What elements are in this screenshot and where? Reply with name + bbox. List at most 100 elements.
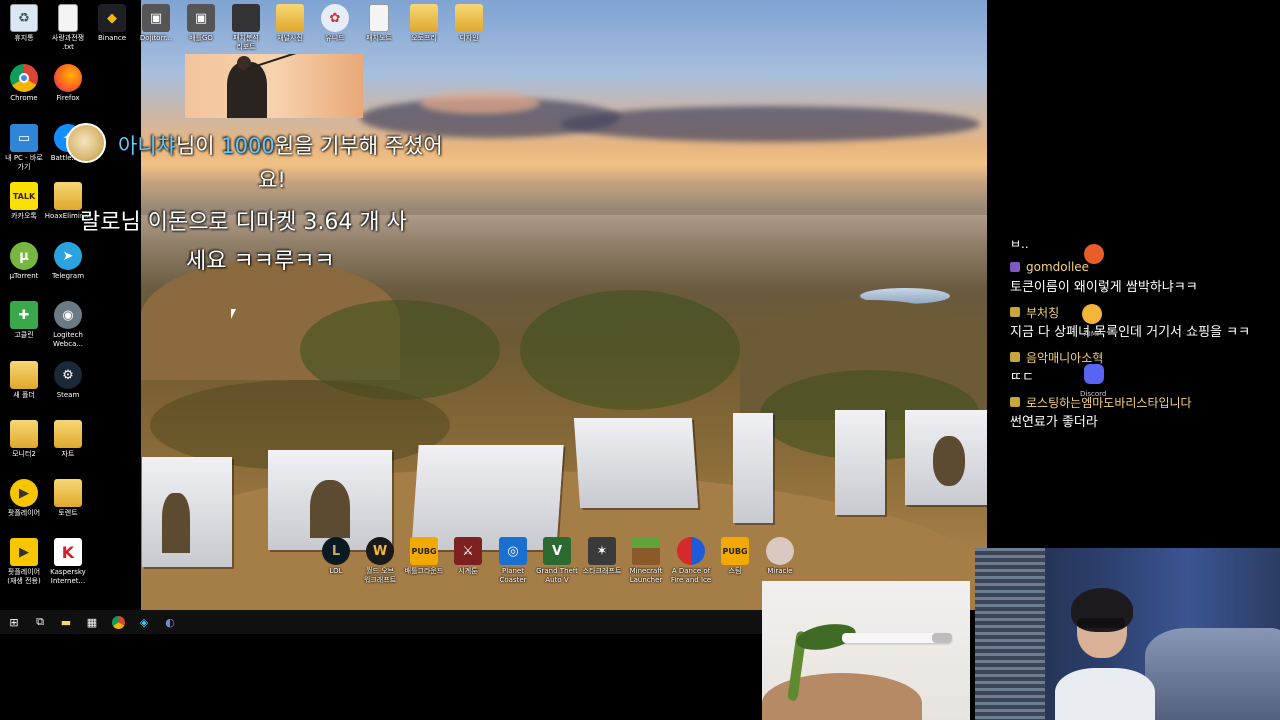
desktop-icon-top-6[interactable]: ✿ 유니드 — [311, 4, 359, 43]
text-file-icon — [369, 4, 389, 32]
gta-icon: V — [543, 537, 571, 565]
firefox-icon — [54, 64, 82, 92]
desktop-icon-chrome[interactable]: Chrome — [0, 64, 48, 103]
chat-message: 지금 다 상폐녀 목록인데 거기서 쇼핑을 ㅋㅋ — [1010, 325, 1251, 340]
desktop-icon-text-file[interactable]: 사랑과전쟁 .txt — [44, 4, 92, 52]
donation-amount: 1000 — [221, 134, 275, 158]
folder-icon — [276, 4, 304, 32]
taskbar: ⊞ ⧉ ▬ ▦ ◈ ◐ — [0, 610, 762, 634]
file-explorer-icon[interactable]: ▬ — [58, 614, 74, 630]
kakaotalk-icon: TALK — [10, 182, 38, 210]
starcraft-icon: ✶ — [588, 537, 616, 565]
desktop-icon-logitech[interactable]: ◉ Logitech Webca... — [44, 301, 92, 349]
app-icon — [766, 537, 794, 565]
twitch-badge-icon — [1010, 262, 1020, 272]
chrome-icon[interactable] — [110, 614, 126, 630]
desktop-icon-miracle[interactable]: Miracle — [756, 537, 804, 576]
desktop-icon-utorrent[interactable]: µ μTorrent — [0, 242, 48, 281]
desktop — [0, 0, 987, 610]
steam-icon: ⚙ — [54, 361, 82, 389]
webcam-icon: ◉ — [54, 301, 82, 329]
desktop-icon-my-pc[interactable]: ▭ 내 PC - 바로 가기 — [0, 124, 48, 172]
desktop-icon-potplayer-play[interactable]: ▶ 팟플레이어 (재생 전용) — [0, 538, 48, 586]
donation-header-cont: 요! — [258, 168, 286, 192]
desktop-icon-lol[interactable]: L LOL — [312, 537, 360, 576]
desktop-icon-recycle-bin[interactable]: ♻ 휴지통 — [0, 4, 48, 43]
app-icon — [54, 182, 82, 210]
desktop-icon-torrent-folder[interactable]: 토렌트 — [44, 479, 92, 518]
desktop-icon-starcraft[interactable]: ✶ 스타크래프트 — [578, 537, 626, 576]
planet-coaster-icon: ◎ — [499, 537, 527, 565]
discord-icon[interactable]: ◐ — [162, 614, 178, 630]
folder-icon — [455, 4, 483, 32]
donation-message: 랄로님 이돈으로 디마켓 3.64 개 사 — [80, 210, 407, 235]
desktop-icon-top-8[interactable]: 오토프리 — [400, 4, 448, 43]
calculator-icon[interactable]: ▦ — [84, 614, 100, 630]
task-view-icon[interactable]: ⧉ — [32, 614, 48, 630]
chat-username: 로스팅하는엠마도바리스타입니다 — [1010, 393, 1275, 411]
donation-avatar — [66, 123, 106, 163]
donor-name: 아니챠 — [118, 134, 176, 158]
folder-icon — [54, 479, 82, 507]
donation-message-cont: 세요 ㅋㅋ루ㅋㅋ — [186, 249, 335, 274]
desktop-icon-gta[interactable]: V Grand Theft Auto V — [533, 537, 581, 585]
adofai-icon — [677, 537, 705, 565]
wow-icon: W — [366, 537, 394, 565]
desktop-icon-chart[interactable]: 자트 — [44, 420, 92, 459]
chat-username: 부처칭 — [1010, 303, 1275, 321]
chat-badge-icon — [1010, 307, 1020, 317]
goclean-icon: ✚ — [10, 301, 38, 329]
app-icon: ▣ — [142, 4, 170, 32]
desktop-icon-telegram[interactable]: ➤ Telegram — [44, 242, 92, 281]
chrome-icon — [10, 64, 38, 92]
folder-icon — [10, 420, 38, 448]
recycle-bin-icon: ♻ — [10, 4, 38, 32]
chat-badge-icon — [1010, 397, 1020, 407]
desktop-icon-top-7[interactable]: 패치노트 — [355, 4, 403, 43]
potplayer-icon: ▶ — [10, 479, 38, 507]
desktop-icon-minecraft[interactable]: Minecraft Launcher — [622, 537, 670, 585]
pubg-icon: PUBG — [721, 537, 749, 565]
desktop-icon-binance[interactable]: ◆ Binance — [88, 4, 136, 43]
chat-message: 토큰이름이 왜이렇게 쌈박하냐ㅋㅋ — [1010, 280, 1198, 295]
desktop-icon-top-3[interactable]: ▣ 배틀GO — [177, 4, 225, 43]
desktop-icon-adofai[interactable]: A Dance of Fire and Ice — [667, 537, 715, 585]
desktop-icon-goclean[interactable]: ✚ 고클린 — [0, 301, 48, 340]
lol-icon: L — [322, 537, 350, 565]
desktop-icon-pubg-2[interactable]: PUBG 스팀 — [711, 537, 759, 576]
desktop-icon-monitor2[interactable]: 모니터2 — [0, 420, 48, 459]
desktop-icon-potplayer[interactable]: ▶ 팟플레이어 — [0, 479, 48, 518]
plant-camera-feed — [762, 581, 970, 720]
desktop-icon-wow[interactable]: W 월드 오브 워크래프트 — [356, 537, 404, 585]
desktop-icon-planet-coaster[interactable]: ◎ Planet Coaster — [489, 537, 537, 585]
file-icon — [54, 420, 82, 448]
desktop-icon-top-5[interactable]: 채널사진 — [266, 4, 314, 43]
desktop-icon-steam[interactable]: ⚙ Steam — [44, 361, 92, 400]
start-icon[interactable]: ⊞ — [6, 614, 22, 630]
telegram-icon: ➤ — [54, 242, 82, 270]
desktop-icon-top-9[interactable]: 디자인 — [445, 4, 493, 43]
desktop-icon-kaspersky[interactable]: K Kaspersky Internet... — [44, 538, 92, 586]
desktop-icon-kakaotalk[interactable]: TALK 카카오톡 — [0, 182, 48, 221]
desktop-icon-top-4[interactable]: 패치분석 리포트 — [222, 4, 270, 52]
desktop-icon-pubg[interactable]: PUBG 배틀그라운드 — [400, 537, 448, 576]
desktop-icon-game-4[interactable]: ⚔ 시계툰 — [444, 537, 492, 576]
chat-overlay: ㅂ.. gomdollee 토큰이름이 왜이렇게 쌈박하냐ㅋㅋ 부처칭 지금 다… — [1010, 235, 1275, 432]
app-icon: ⚔ — [454, 537, 482, 565]
chat-message: ㄸㄷ — [1010, 370, 1034, 385]
streamer-webcam — [975, 548, 1280, 720]
text-file-icon — [58, 4, 78, 32]
chat-username: 음악매니아소혁 — [1010, 348, 1275, 366]
pubg-icon: PUBG — [410, 537, 438, 565]
folder-icon — [410, 4, 438, 32]
kaspersky-icon: K — [54, 538, 82, 566]
mouse-cursor — [231, 309, 236, 319]
chat-partial-line: ㅂ.. — [1010, 237, 1029, 251]
desktop-icon-new-folder[interactable]: 새 폴더 — [0, 361, 48, 400]
app-icon[interactable]: ◈ — [136, 614, 152, 630]
desktop-icon-firefox[interactable]: Firefox — [44, 64, 92, 103]
desktop-icon-top-2[interactable]: ▣ Dojitorr... — [132, 4, 180, 43]
donation-header: 아니챠님이 1000원을 기부해 주셨어 — [118, 134, 443, 158]
binance-icon: ◆ — [98, 4, 126, 32]
potplayer-icon: ▶ — [10, 538, 38, 566]
